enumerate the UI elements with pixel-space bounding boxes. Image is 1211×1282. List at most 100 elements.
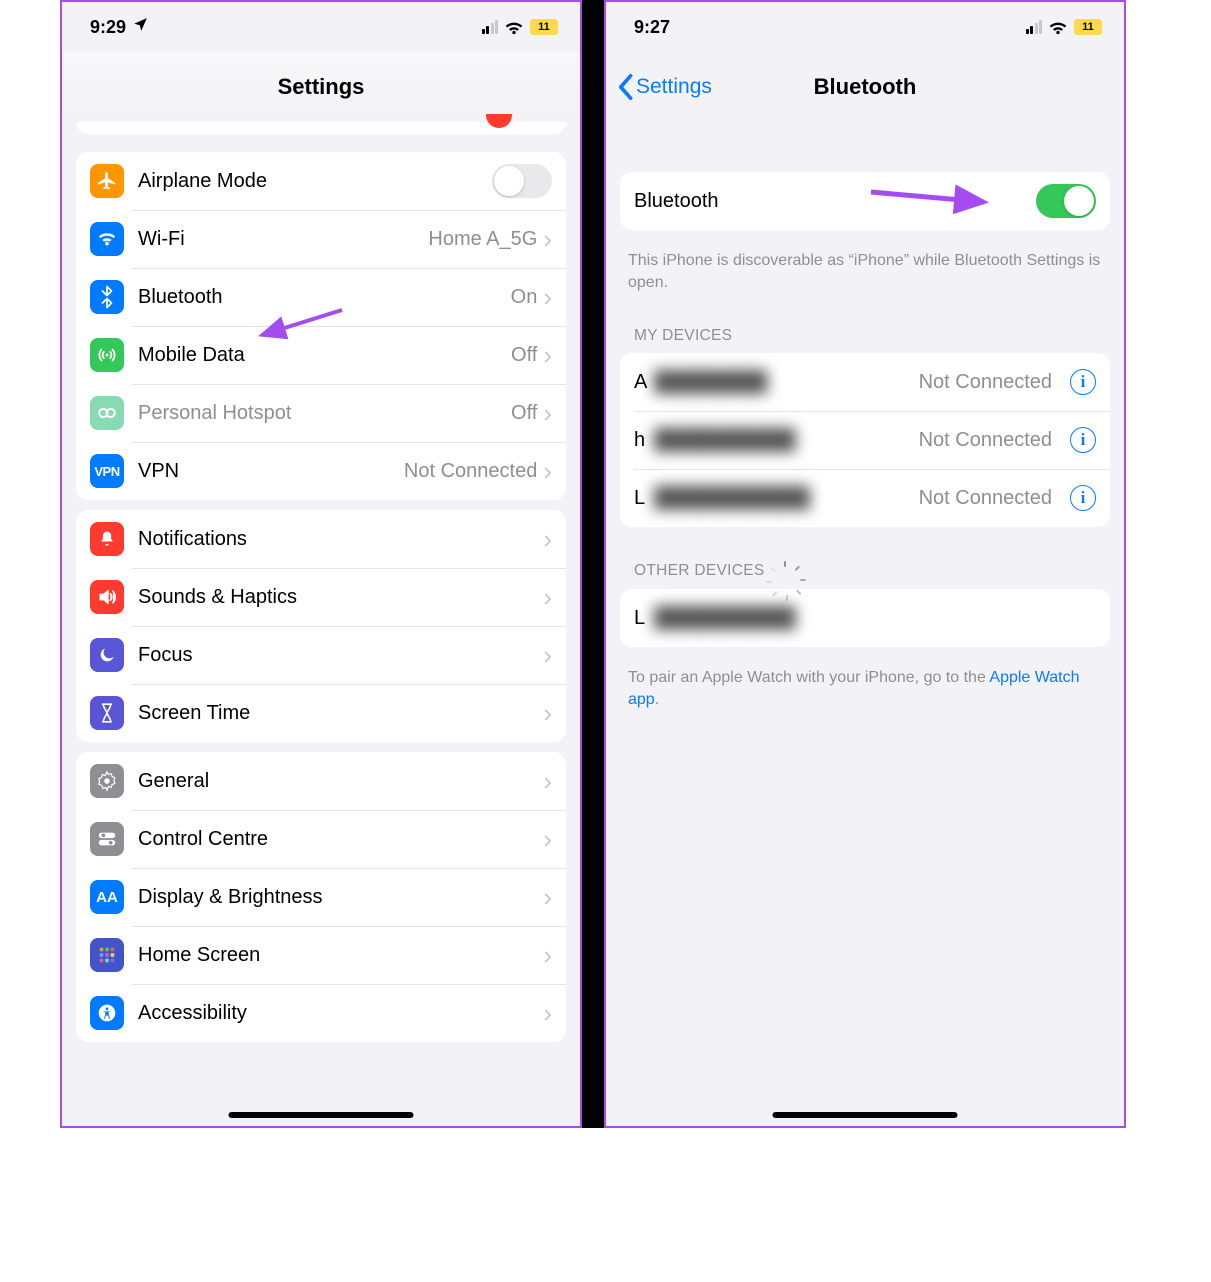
general-section: General › Control Centre › AA Display & … — [76, 752, 566, 1042]
row-label: Focus — [138, 644, 192, 667]
device-row[interactable]: L ███████████ Not Connected i — [620, 469, 1110, 527]
device-name-blurred: ██████████ — [654, 607, 796, 630]
device-name-initial: h — [634, 429, 654, 452]
device-name-blurred: ██████████ — [654, 429, 796, 452]
info-button[interactable]: i — [1070, 427, 1096, 453]
my-devices-header: MY DEVICES — [606, 303, 1124, 353]
status-bar: 9:27 11 — [606, 2, 1124, 52]
chevron-right-icon: › — [543, 342, 552, 368]
settings-row-vpn[interactable]: VPN VPN Not Connected › — [76, 442, 566, 500]
discoverable-footer: This iPhone is discoverable as “iPhone” … — [606, 240, 1124, 303]
wifi-icon — [504, 20, 524, 35]
chevron-right-icon: › — [543, 284, 552, 310]
nav-bar: Settings — [62, 52, 580, 122]
page-title: Bluetooth — [814, 74, 917, 100]
row-label: Home Screen — [138, 944, 260, 967]
device-name-initial: A — [634, 371, 654, 394]
row-label: Bluetooth — [634, 190, 719, 213]
network-section: Airplane Mode Wi-Fi Home A_5G › Bluetoot… — [76, 152, 566, 500]
chevron-right-icon: › — [543, 942, 552, 968]
other-devices-header: OTHER DEVICES — [606, 537, 1124, 589]
settings-row-airplane[interactable]: Airplane Mode — [76, 152, 566, 210]
device-row[interactable]: A ████████ Not Connected i — [620, 353, 1110, 411]
cellular-signal-icon — [482, 20, 499, 34]
row-label: Wi-Fi — [138, 228, 185, 251]
bluetooth-toggle-row[interactable]: Bluetooth — [620, 172, 1110, 230]
bluetooth-icon — [90, 280, 124, 314]
settings-row-accessibility[interactable]: Accessibility › — [76, 984, 566, 1042]
row-value: On — [511, 286, 538, 309]
row-label: Accessibility — [138, 1002, 247, 1025]
status-time: 9:27 — [634, 17, 670, 38]
wifi-icon — [1048, 20, 1068, 35]
row-value: Off — [511, 344, 537, 367]
chevron-right-icon: › — [543, 1000, 552, 1026]
page-title: Settings — [278, 74, 365, 100]
device-name-blurred: ████████ — [654, 371, 767, 394]
chevron-right-icon: › — [543, 584, 552, 610]
device-row[interactable]: L ██████████ — [620, 589, 1110, 647]
accessibility-icon — [90, 996, 124, 1030]
settings-row-home-screen[interactable]: Home Screen › — [76, 926, 566, 984]
cellular-signal-icon — [1026, 20, 1043, 34]
settings-row-notifications[interactable]: Notifications › — [76, 510, 566, 568]
info-button[interactable]: i — [1070, 369, 1096, 395]
row-label: General — [138, 770, 209, 793]
row-label: Airplane Mode — [138, 170, 267, 193]
settings-row-display[interactable]: AA Display & Brightness › — [76, 868, 566, 926]
toggles-icon — [90, 822, 124, 856]
chevron-right-icon: › — [543, 400, 552, 426]
settings-row-mobile-data[interactable]: Mobile Data Off › — [76, 326, 566, 384]
row-value: Not Connected — [404, 460, 537, 483]
hotspot-icon — [90, 396, 124, 430]
chevron-right-icon: › — [543, 700, 552, 726]
row-label: Sounds & Haptics — [138, 586, 297, 609]
settings-row-focus[interactable]: Focus › — [76, 626, 566, 684]
settings-row-general[interactable]: General › — [76, 752, 566, 810]
row-label: Mobile Data — [138, 344, 245, 367]
device-status: Not Connected — [919, 487, 1052, 510]
status-time: 9:29 — [90, 17, 126, 38]
chevron-right-icon: › — [543, 826, 552, 852]
text-size-icon: AA — [90, 880, 124, 914]
row-value: Off — [511, 402, 537, 425]
chevron-right-icon: › — [543, 642, 552, 668]
chevron-right-icon: › — [543, 458, 552, 484]
device-name-initial: L — [634, 607, 654, 630]
antenna-icon — [90, 338, 124, 372]
bluetooth-toggle-section: Bluetooth — [620, 172, 1110, 230]
device-name-initial: L — [634, 487, 654, 510]
device-status: Not Connected — [919, 371, 1052, 394]
row-label: Display & Brightness — [138, 886, 323, 909]
home-indicator — [229, 1112, 414, 1118]
bluetooth-toggle[interactable] — [1036, 184, 1096, 218]
battery-icon: 11 — [1074, 19, 1102, 35]
nav-bar: Settings Bluetooth — [606, 52, 1124, 122]
row-label: Personal Hotspot — [138, 402, 291, 425]
settings-row-wifi[interactable]: Wi-Fi Home A_5G › — [76, 210, 566, 268]
other-devices-section: L ██████████ — [620, 589, 1110, 647]
location-icon — [132, 16, 149, 38]
chevron-right-icon: › — [543, 226, 552, 252]
apps-grid-icon — [90, 938, 124, 972]
row-label: Screen Time — [138, 702, 250, 725]
my-devices-section: A ████████ Not Connected i h ██████████ … — [620, 353, 1110, 527]
settings-row-hotspot[interactable]: Personal Hotspot Off › — [76, 384, 566, 442]
status-bar: 9:29 11 — [62, 2, 580, 52]
airplane-toggle[interactable] — [492, 164, 552, 198]
device-name-blurred: ███████████ — [654, 487, 810, 510]
settings-row-control-centre[interactable]: Control Centre › — [76, 810, 566, 868]
hourglass-icon — [90, 696, 124, 730]
battery-icon: 11 — [530, 19, 558, 35]
row-label: Control Centre — [138, 828, 268, 851]
back-button[interactable]: Settings — [616, 52, 712, 122]
settings-row-sounds[interactable]: Sounds & Haptics › — [76, 568, 566, 626]
info-button[interactable]: i — [1070, 485, 1096, 511]
pair-watch-footer: To pair an Apple Watch with your iPhone,… — [606, 657, 1124, 720]
row-label: Notifications — [138, 528, 247, 551]
settings-screen: 9:29 11 Settings Airplane Mode — [60, 0, 582, 1128]
chevron-right-icon: › — [543, 526, 552, 552]
settings-row-bluetooth[interactable]: Bluetooth On › — [76, 268, 566, 326]
device-row[interactable]: h ██████████ Not Connected i — [620, 411, 1110, 469]
settings-row-screentime[interactable]: Screen Time › — [76, 684, 566, 742]
